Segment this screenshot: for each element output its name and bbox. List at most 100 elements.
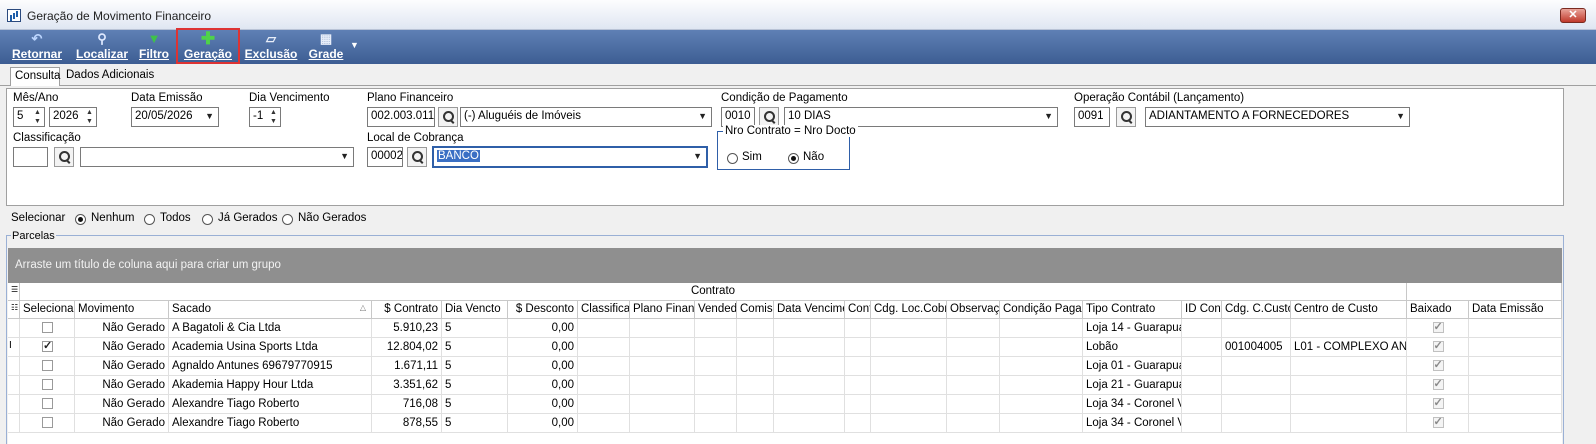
column-header-id-contrato[interactable]: ID Contrato xyxy=(1182,301,1222,319)
ano-spinner-icon[interactable]: ▲ ▼ xyxy=(84,108,95,126)
grade-button[interactable]: ▦ Grade xyxy=(306,30,346,64)
column-header-baixado[interactable]: Baixado xyxy=(1407,301,1469,319)
column-header-centro-custo[interactable]: Centro de Custo xyxy=(1291,301,1407,319)
classificacao-code-input[interactable] xyxy=(13,147,48,167)
filtro-button[interactable]: ▼ Filtro xyxy=(136,30,172,64)
cell-observacao xyxy=(947,319,1000,338)
cell-data-vencimento xyxy=(774,357,845,376)
sort-ascending-icon: △ xyxy=(359,303,366,312)
row-indicator[interactable] xyxy=(8,357,20,376)
selecionar-ja-gerados-radio[interactable] xyxy=(202,214,213,225)
grade-dropdown-arrow-icon[interactable]: ▼ xyxy=(350,40,359,50)
cell-valor-desconto: 0,00 xyxy=(508,357,578,376)
cell-cdg-loc-cobranca xyxy=(871,395,947,414)
nro-contrato-nao-radio[interactable] xyxy=(788,153,799,164)
row-indicator[interactable]: I xyxy=(8,338,20,357)
cell-id-contrato xyxy=(1182,338,1222,357)
dia-vencimento-spinner-icon[interactable]: ▲ ▼ xyxy=(268,108,279,126)
cell-dia-vencto: 5 xyxy=(442,357,508,376)
operacao-contabil-select[interactable]: ADIANTAMENTO A FORNECEDORES xyxy=(1145,107,1410,127)
column-header-cdg-ccusto[interactable]: Cdg. C.Custo xyxy=(1222,301,1291,319)
contrato-band-header: Contrato xyxy=(20,283,1407,301)
column-header-vendedor[interactable]: Vendedor xyxy=(695,301,737,319)
column-header-tipo-contrato[interactable]: Tipo Contrato xyxy=(1083,301,1182,319)
cell-cdg-loc-cobranca xyxy=(871,414,947,433)
cell-centro-custo xyxy=(1291,376,1407,395)
cell-classificacao xyxy=(578,319,630,338)
column-header-plano-financeiro[interactable]: Plano Financeiro xyxy=(630,301,695,319)
plano-financeiro-code-input[interactable]: 002.003.011 xyxy=(367,107,435,127)
cell-seleciona[interactable] xyxy=(20,357,75,376)
group-by-panel[interactable]: Arraste um título de coluna aqui para cr… xyxy=(8,248,1562,283)
row-indicator[interactable] xyxy=(8,414,20,433)
condicao-pagamento-search-icon[interactable] xyxy=(759,107,779,127)
column-header-dia-vencto[interactable]: Dia Vencto xyxy=(442,301,508,319)
column-header-data-emissao[interactable]: Data Emissão xyxy=(1469,301,1562,319)
seleciona-checkbox[interactable] xyxy=(42,339,53,352)
row-indicator[interactable] xyxy=(8,376,20,395)
column-header-sacado[interactable]: Sacado △ xyxy=(169,301,372,319)
cell-seleciona[interactable] xyxy=(20,338,75,357)
tab-dados-adicionais[interactable]: Dados Adicionais xyxy=(62,67,162,86)
column-chooser-icon[interactable]: ☷ xyxy=(8,301,20,319)
row-indicator[interactable] xyxy=(8,319,20,338)
cell-vendedor xyxy=(695,338,737,357)
cell-contrato xyxy=(845,319,871,338)
classificacao-search-icon[interactable] xyxy=(54,147,74,167)
cell-sacado: A Bagatoli & Cia Ltda xyxy=(169,319,372,338)
cell-contrato xyxy=(845,338,871,357)
cell-dia-vencto: 5 xyxy=(442,414,508,433)
column-header-comissao[interactable]: Comissão xyxy=(737,301,774,319)
column-header-seleciona[interactable]: Seleciona xyxy=(20,301,75,319)
column-header-cdg-loc-cobranca[interactable]: Cdg. Loc.Cobrança xyxy=(871,301,947,319)
nro-contrato-sim-radio[interactable] xyxy=(727,153,738,164)
data-emissao-input[interactable]: 20/05/2026 xyxy=(131,107,219,127)
operacao-contabil-code-input[interactable]: 0091 xyxy=(1074,107,1110,127)
retornar-button[interactable]: ↶ Retornar xyxy=(8,30,66,64)
close-button[interactable]: ✕ xyxy=(1560,8,1586,23)
cell-seleciona[interactable] xyxy=(20,376,75,395)
seleciona-checkbox[interactable] xyxy=(42,322,53,333)
column-header-observacao[interactable]: Observação xyxy=(947,301,1000,319)
operacao-contabil-search-icon[interactable] xyxy=(1116,107,1136,127)
column-header-contrato[interactable]: Contrato xyxy=(845,301,871,319)
column-header-valor-contrato[interactable]: $ Contrato xyxy=(372,301,442,319)
classificacao-select[interactable] xyxy=(80,147,354,167)
operacao-contabil-label: Operação Contábil (Lançamento) xyxy=(1074,92,1245,104)
column-header-data-vencimento[interactable]: Data Vencimento xyxy=(774,301,845,319)
exclusao-button[interactable]: ▱ Exclusão xyxy=(244,30,298,64)
column-header-classificacao[interactable]: Classificação xyxy=(578,301,630,319)
selecionar-nenhum-radio[interactable] xyxy=(75,214,86,225)
seleciona-checkbox[interactable] xyxy=(42,398,53,409)
cell-classificacao xyxy=(578,376,630,395)
cell-comissao xyxy=(737,414,774,433)
tab-consulta[interactable]: Consulta xyxy=(10,67,60,86)
cell-baixado xyxy=(1407,376,1469,395)
plano-financeiro-search-icon[interactable] xyxy=(438,107,458,127)
row-indicator[interactable] xyxy=(8,395,20,414)
seleciona-checkbox[interactable] xyxy=(42,379,53,390)
localizar-button[interactable]: ⚲ Localizar xyxy=(74,30,130,64)
cell-contrato xyxy=(845,376,871,395)
column-header-condicao-pagamento[interactable]: Condição Pagamento xyxy=(1000,301,1083,319)
column-header-movimento[interactable]: Movimento xyxy=(75,301,169,319)
local-cobranca-select[interactable]: BANCO xyxy=(432,146,708,168)
cell-seleciona[interactable] xyxy=(20,319,75,338)
cell-seleciona[interactable] xyxy=(20,414,75,433)
local-cobranca-search-icon[interactable] xyxy=(407,147,427,167)
local-cobranca-code-input[interactable]: 00002 xyxy=(367,147,403,167)
condicao-pagamento-code-input[interactable]: 0010 xyxy=(721,107,755,127)
plano-financeiro-select[interactable]: (-) Aluguéis de Imóveis xyxy=(460,107,712,127)
column-header-valor-desconto[interactable]: $ Desconto xyxy=(508,301,578,319)
mes-spinner-icon[interactable]: ▲ ▼ xyxy=(32,108,43,126)
condicao-pagamento-select[interactable]: 10 DIAS xyxy=(784,107,1058,127)
app-chart-icon xyxy=(7,9,21,22)
seleciona-checkbox[interactable] xyxy=(42,417,53,428)
seleciona-checkbox[interactable] xyxy=(42,360,53,371)
grid-icon: ▦ xyxy=(319,31,333,46)
band-chooser-icon[interactable]: ☰ xyxy=(8,283,20,301)
selecionar-todos-radio[interactable] xyxy=(144,214,155,225)
cell-seleciona[interactable] xyxy=(20,395,75,414)
baixado-checkbox xyxy=(1432,320,1444,333)
selecionar-nao-gerados-radio[interactable] xyxy=(282,214,293,225)
